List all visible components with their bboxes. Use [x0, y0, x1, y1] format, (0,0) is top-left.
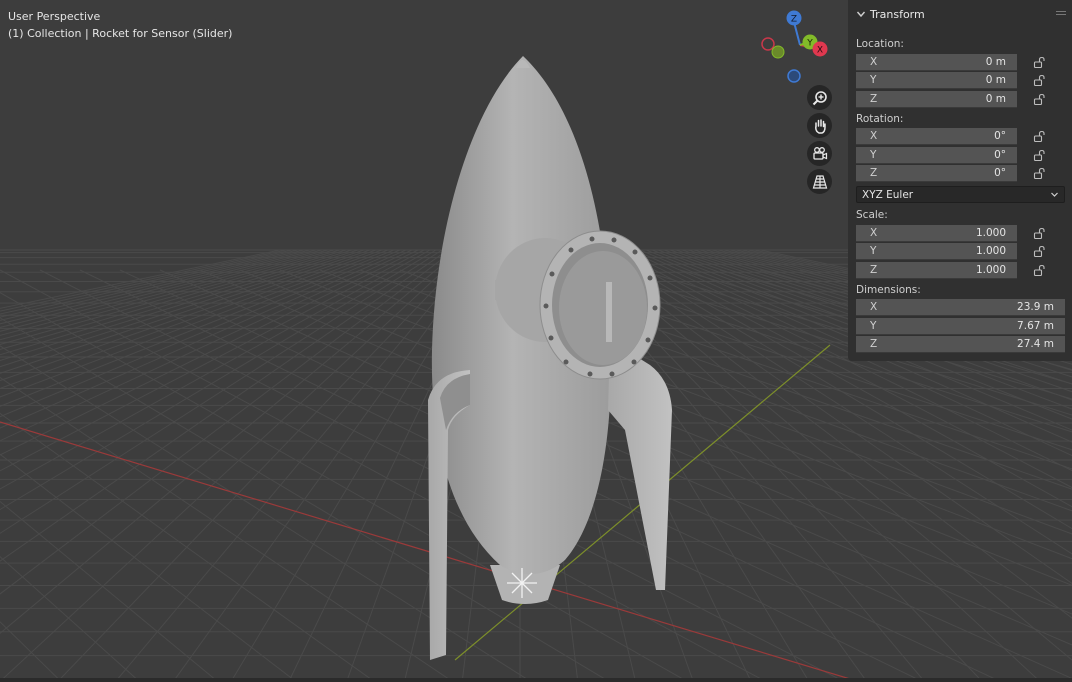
rotation-y-field[interactable]: Y 0° — [856, 146, 1017, 164]
transform-panel: Transform Location: X0 m Y0 m Z0 m Rotat… — [848, 0, 1072, 361]
viewport-collection-label: (1) Collection | Rocket for Sensor (Slid… — [8, 27, 233, 40]
gizmo-x-label: X — [817, 46, 823, 56]
location-x-field[interactable]: X0 m — [856, 53, 1017, 71]
location-y-row: Y0 m — [848, 72, 1072, 91]
dimensions-x-row: X 23.9 m — [848, 299, 1072, 318]
scale-x-row: X 1.000 — [848, 224, 1072, 243]
camera-view-button[interactable] — [807, 141, 832, 166]
lock-icon[interactable] — [1033, 74, 1046, 87]
dimensions-y-field[interactable]: Y 7.67 m — [856, 317, 1065, 335]
rotation-x-field[interactable]: X 0° — [856, 128, 1017, 146]
pan-button[interactable] — [807, 113, 832, 138]
lock-icon[interactable] — [1033, 227, 1046, 240]
scale-label: Scale: — [856, 209, 888, 221]
lock-icon[interactable] — [1033, 93, 1046, 106]
transform-panel-header[interactable]: Transform — [848, 0, 1072, 28]
lock-icon[interactable] — [1033, 56, 1046, 69]
location-z-field[interactable]: Z0 m — [856, 90, 1017, 108]
dimensions-y-row: Y 7.67 m — [848, 317, 1072, 336]
scale-z-field[interactable]: Z 1.000 — [856, 261, 1017, 279]
chevron-down-icon — [1051, 192, 1058, 197]
lock-icon[interactable] — [1033, 149, 1046, 162]
gizmo-z-label: Z — [791, 15, 797, 25]
rotation-x-row: X 0° — [848, 128, 1072, 147]
scale-z-row: Z 1.000 — [848, 261, 1072, 280]
rotation-z-row: Z 0° — [848, 165, 1072, 184]
zoom-button[interactable] — [807, 85, 832, 110]
dimensions-x-field[interactable]: X 23.9 m — [856, 299, 1065, 317]
scale-x-field[interactable]: X 1.000 — [856, 224, 1017, 242]
location-y-field[interactable]: Y0 m — [856, 72, 1017, 90]
lock-icon[interactable] — [1033, 264, 1046, 277]
chevron-down-icon — [856, 11, 866, 18]
gizmo-y-label: Y — [806, 39, 813, 49]
lock-icon[interactable] — [1033, 245, 1046, 258]
dimensions-z-field[interactable]: Z 27.4 m — [856, 336, 1065, 354]
rotation-z-field[interactable]: Z 0° — [856, 165, 1017, 183]
grid-icon — [812, 174, 827, 189]
zoom-icon — [812, 90, 827, 105]
status-bar-edge — [0, 678, 1072, 682]
hand-pan-icon — [814, 118, 826, 134]
drag-grip-icon[interactable] — [1056, 11, 1066, 17]
rotation-label: Rotation: — [856, 112, 904, 125]
dimensions-z-row: Z 27.4 m — [848, 336, 1072, 355]
camera-icon — [812, 146, 827, 160]
rotation-mode-select[interactable]: XYZ Euler — [856, 186, 1065, 203]
lock-icon[interactable] — [1033, 167, 1046, 180]
viewport-title: User Perspective — [8, 10, 101, 23]
scale-y-field[interactable]: Y 1.000 — [856, 243, 1017, 261]
scale-y-row: Y 1.000 — [848, 243, 1072, 262]
perspective-toggle-button[interactable] — [807, 169, 832, 194]
dimensions-label: Dimensions: — [856, 283, 921, 296]
rotation-y-row: Y 0° — [848, 146, 1072, 165]
location-x-row: X0 m — [848, 53, 1072, 72]
lock-icon[interactable] — [1033, 130, 1046, 143]
location-z-row: Z0 m — [848, 90, 1072, 109]
location-label: Location: — [856, 38, 904, 50]
panel-title: Transform — [870, 7, 925, 21]
